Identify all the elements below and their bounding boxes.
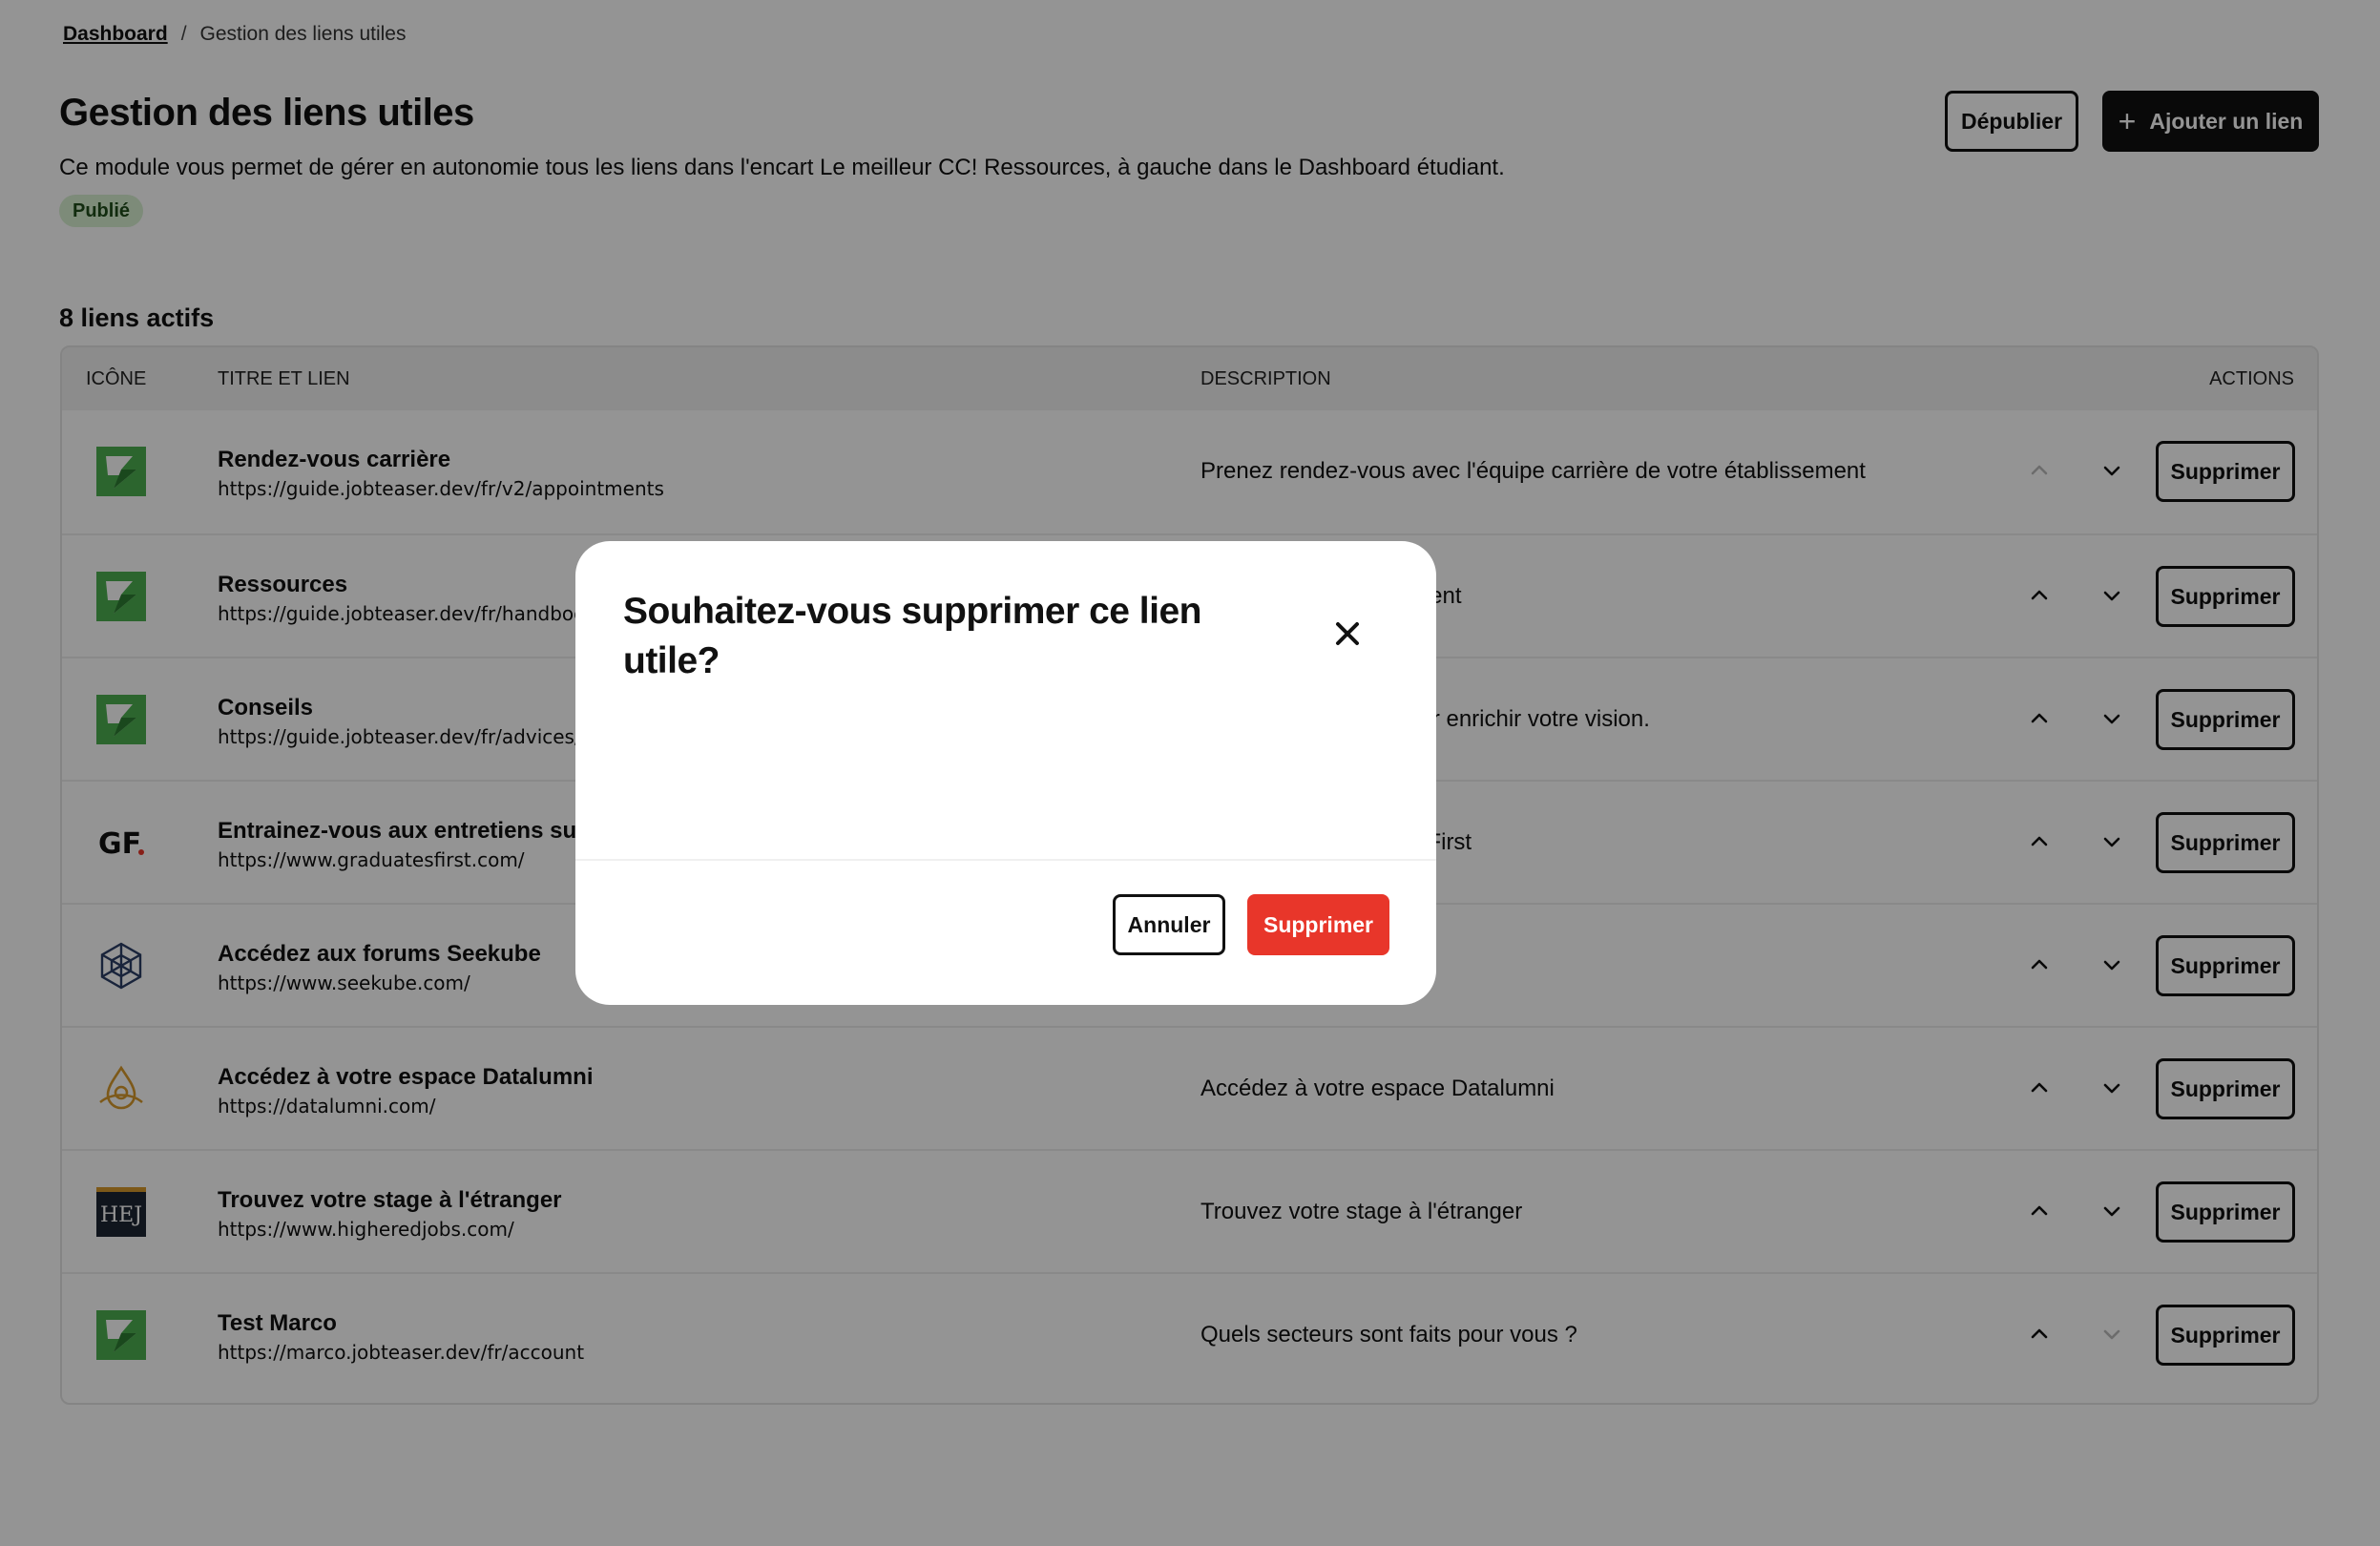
page: Dashboard / Gestion des liens utiles Ges… <box>0 0 2380 1546</box>
delete-confirm-modal: Souhaitez-vous supprimer ce lien utile? … <box>575 541 1436 1005</box>
modal-title: Souhaitez-vous supprimer ce lien utile? <box>623 591 1201 681</box>
cancel-button[interactable]: Annuler <box>1113 894 1225 955</box>
confirm-delete-button[interactable]: Supprimer <box>1247 894 1389 955</box>
close-icon[interactable] <box>1331 617 1364 650</box>
